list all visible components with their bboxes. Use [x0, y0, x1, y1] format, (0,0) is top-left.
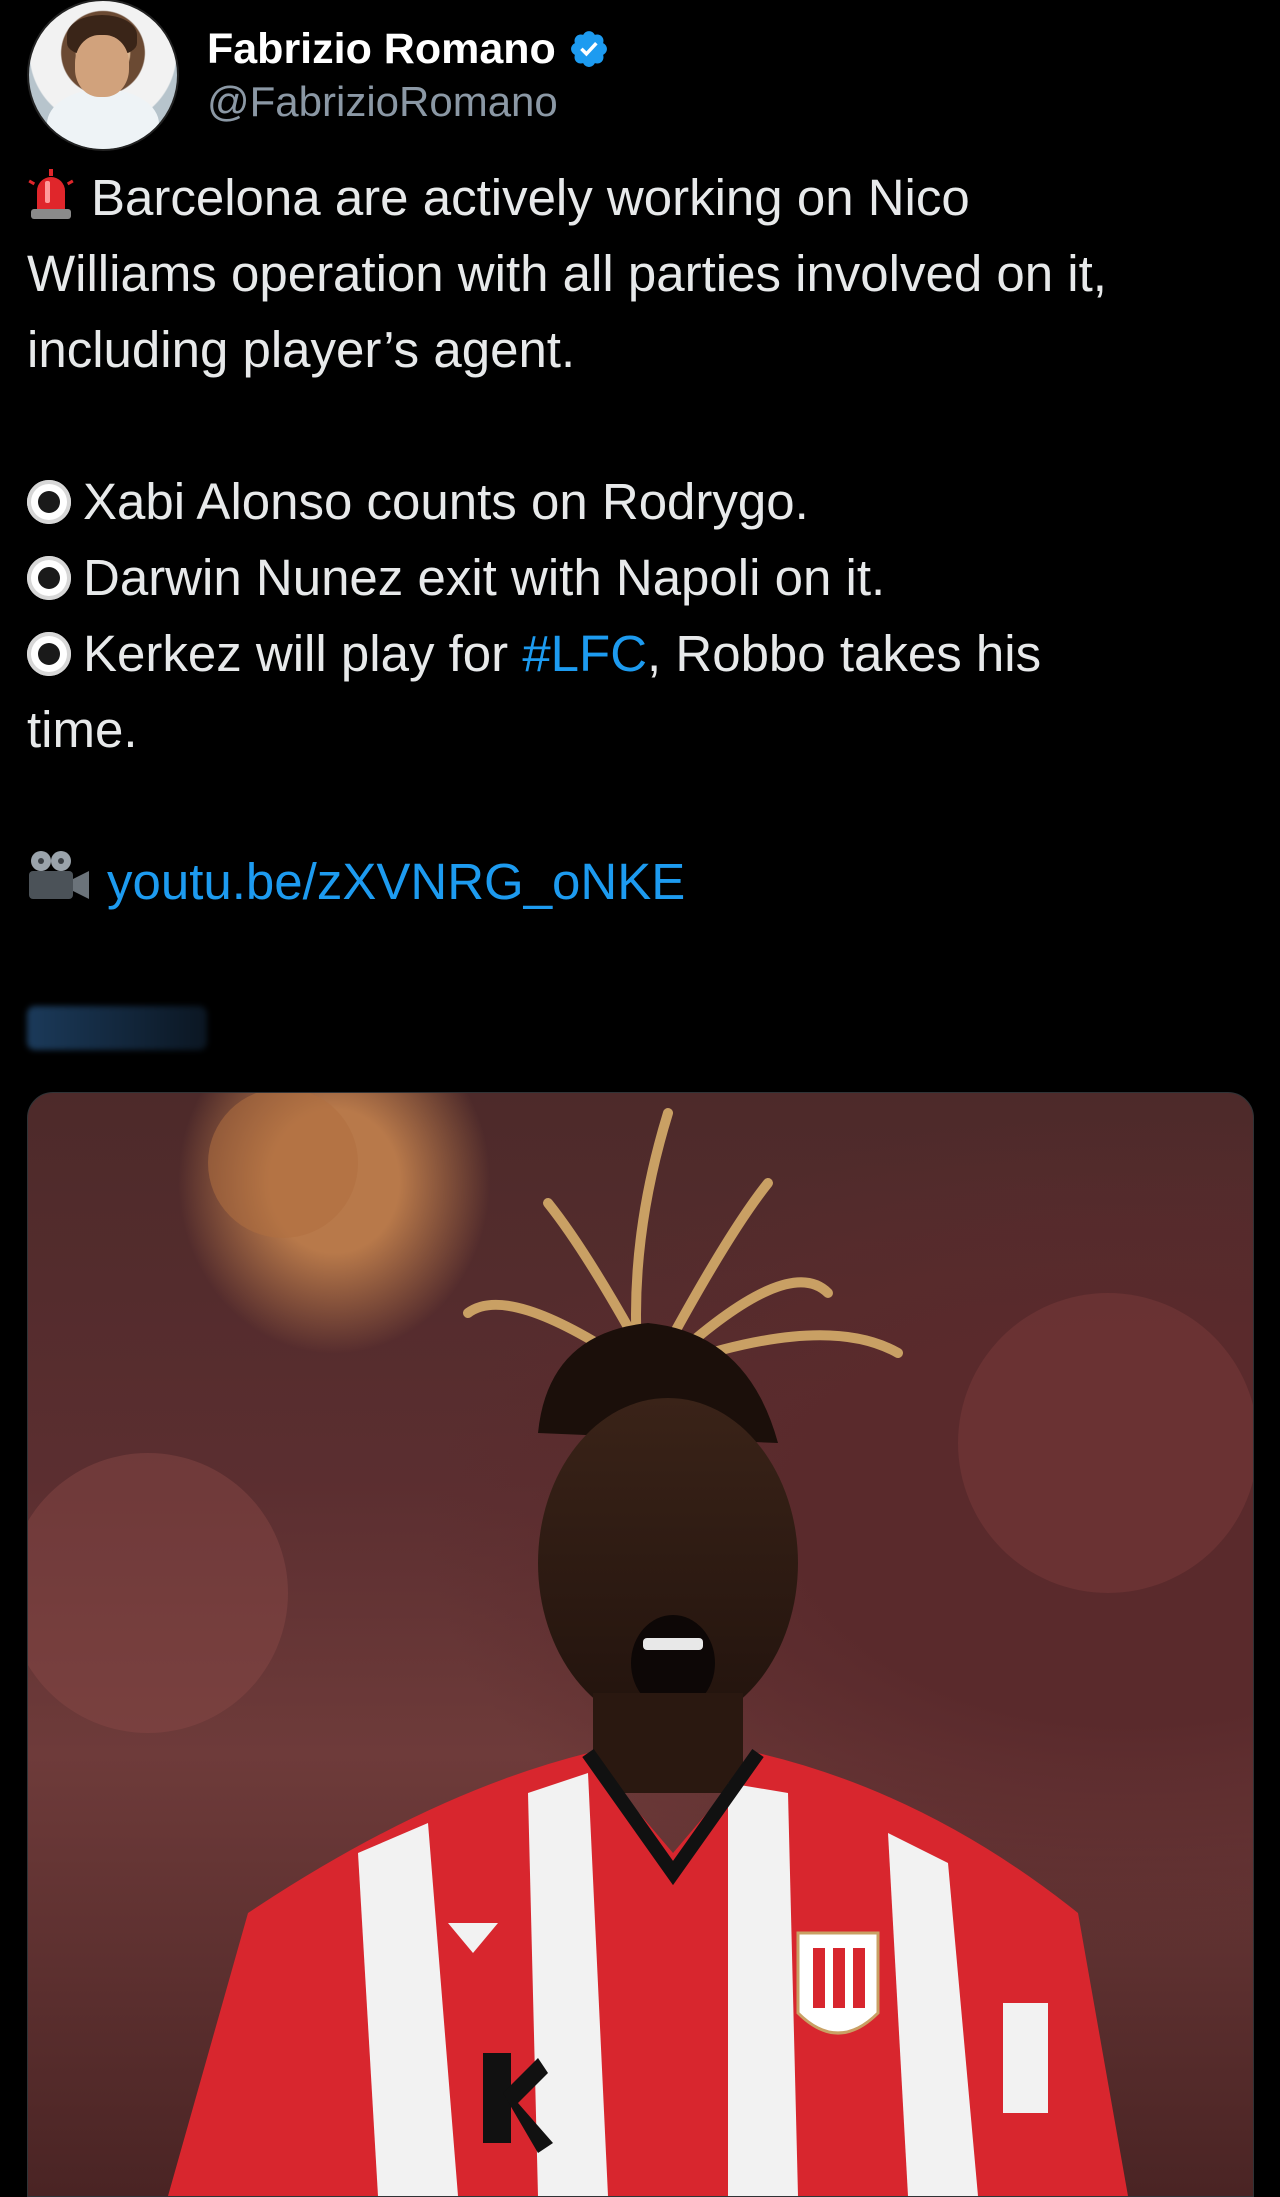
tweet-line-1-text: Barcelona are actively working on Nico	[91, 169, 970, 226]
siren-icon	[28, 169, 74, 219]
author-names: Fabrizio Romano @FabrizioRomano	[207, 25, 610, 126]
tweet-text: Barcelona are actively working on Nico W…	[27, 160, 1257, 920]
tweet-line-3: including player’s agent.	[27, 321, 576, 378]
movie-camera-icon	[29, 851, 89, 899]
tweet-bullet-3: Kerkez will play for #LFC, Robbo takes h…	[27, 616, 1257, 692]
tweet-line-2: Williams operation with all parties invo…	[27, 245, 1107, 302]
radio-button-icon	[27, 480, 71, 524]
author-handle[interactable]: @FabrizioRomano	[207, 78, 610, 126]
radio-button-icon	[27, 632, 71, 676]
tweet-bullet-1-text: Xabi Alonso counts on Rodrygo.	[83, 473, 809, 530]
tweet-bullet-3-continuation: time.	[27, 701, 138, 758]
tweet-video-line: youtu.be/zXVNRG_oNKE	[27, 844, 1257, 920]
player-photo	[28, 1093, 1253, 2196]
hashtag-link[interactable]: #LFC	[522, 625, 647, 682]
tweet-line-1: Barcelona are actively working on Nico	[27, 160, 1257, 236]
tweet-bullet-2: Darwin Nunez exit with Napoli on it.	[27, 540, 1257, 616]
tweet-media-image[interactable]	[27, 1092, 1254, 2197]
tweet-bullet-3-pre: Kerkez will play for	[83, 625, 523, 682]
tweet-bullet-3-post: , Robbo takes his	[647, 625, 1042, 682]
translate-post-link[interactable]	[27, 1006, 207, 1050]
author-avatar[interactable]	[27, 0, 179, 151]
tweet-spacer	[27, 388, 1257, 464]
tweet-bullet-1: Xabi Alonso counts on Rodrygo.	[27, 464, 1257, 540]
youtube-link[interactable]: youtu.be/zXVNRG_oNKE	[107, 853, 685, 910]
verified-badge-icon	[570, 31, 607, 67]
tweet-bullet-2-text: Darwin Nunez exit with Napoli on it.	[83, 549, 886, 606]
tweet-header: Fabrizio Romano @FabrizioRomano	[27, 0, 610, 151]
tweet-spacer	[27, 768, 1257, 844]
author-display-name[interactable]: Fabrizio Romano	[207, 25, 556, 74]
radio-button-icon	[27, 556, 71, 600]
